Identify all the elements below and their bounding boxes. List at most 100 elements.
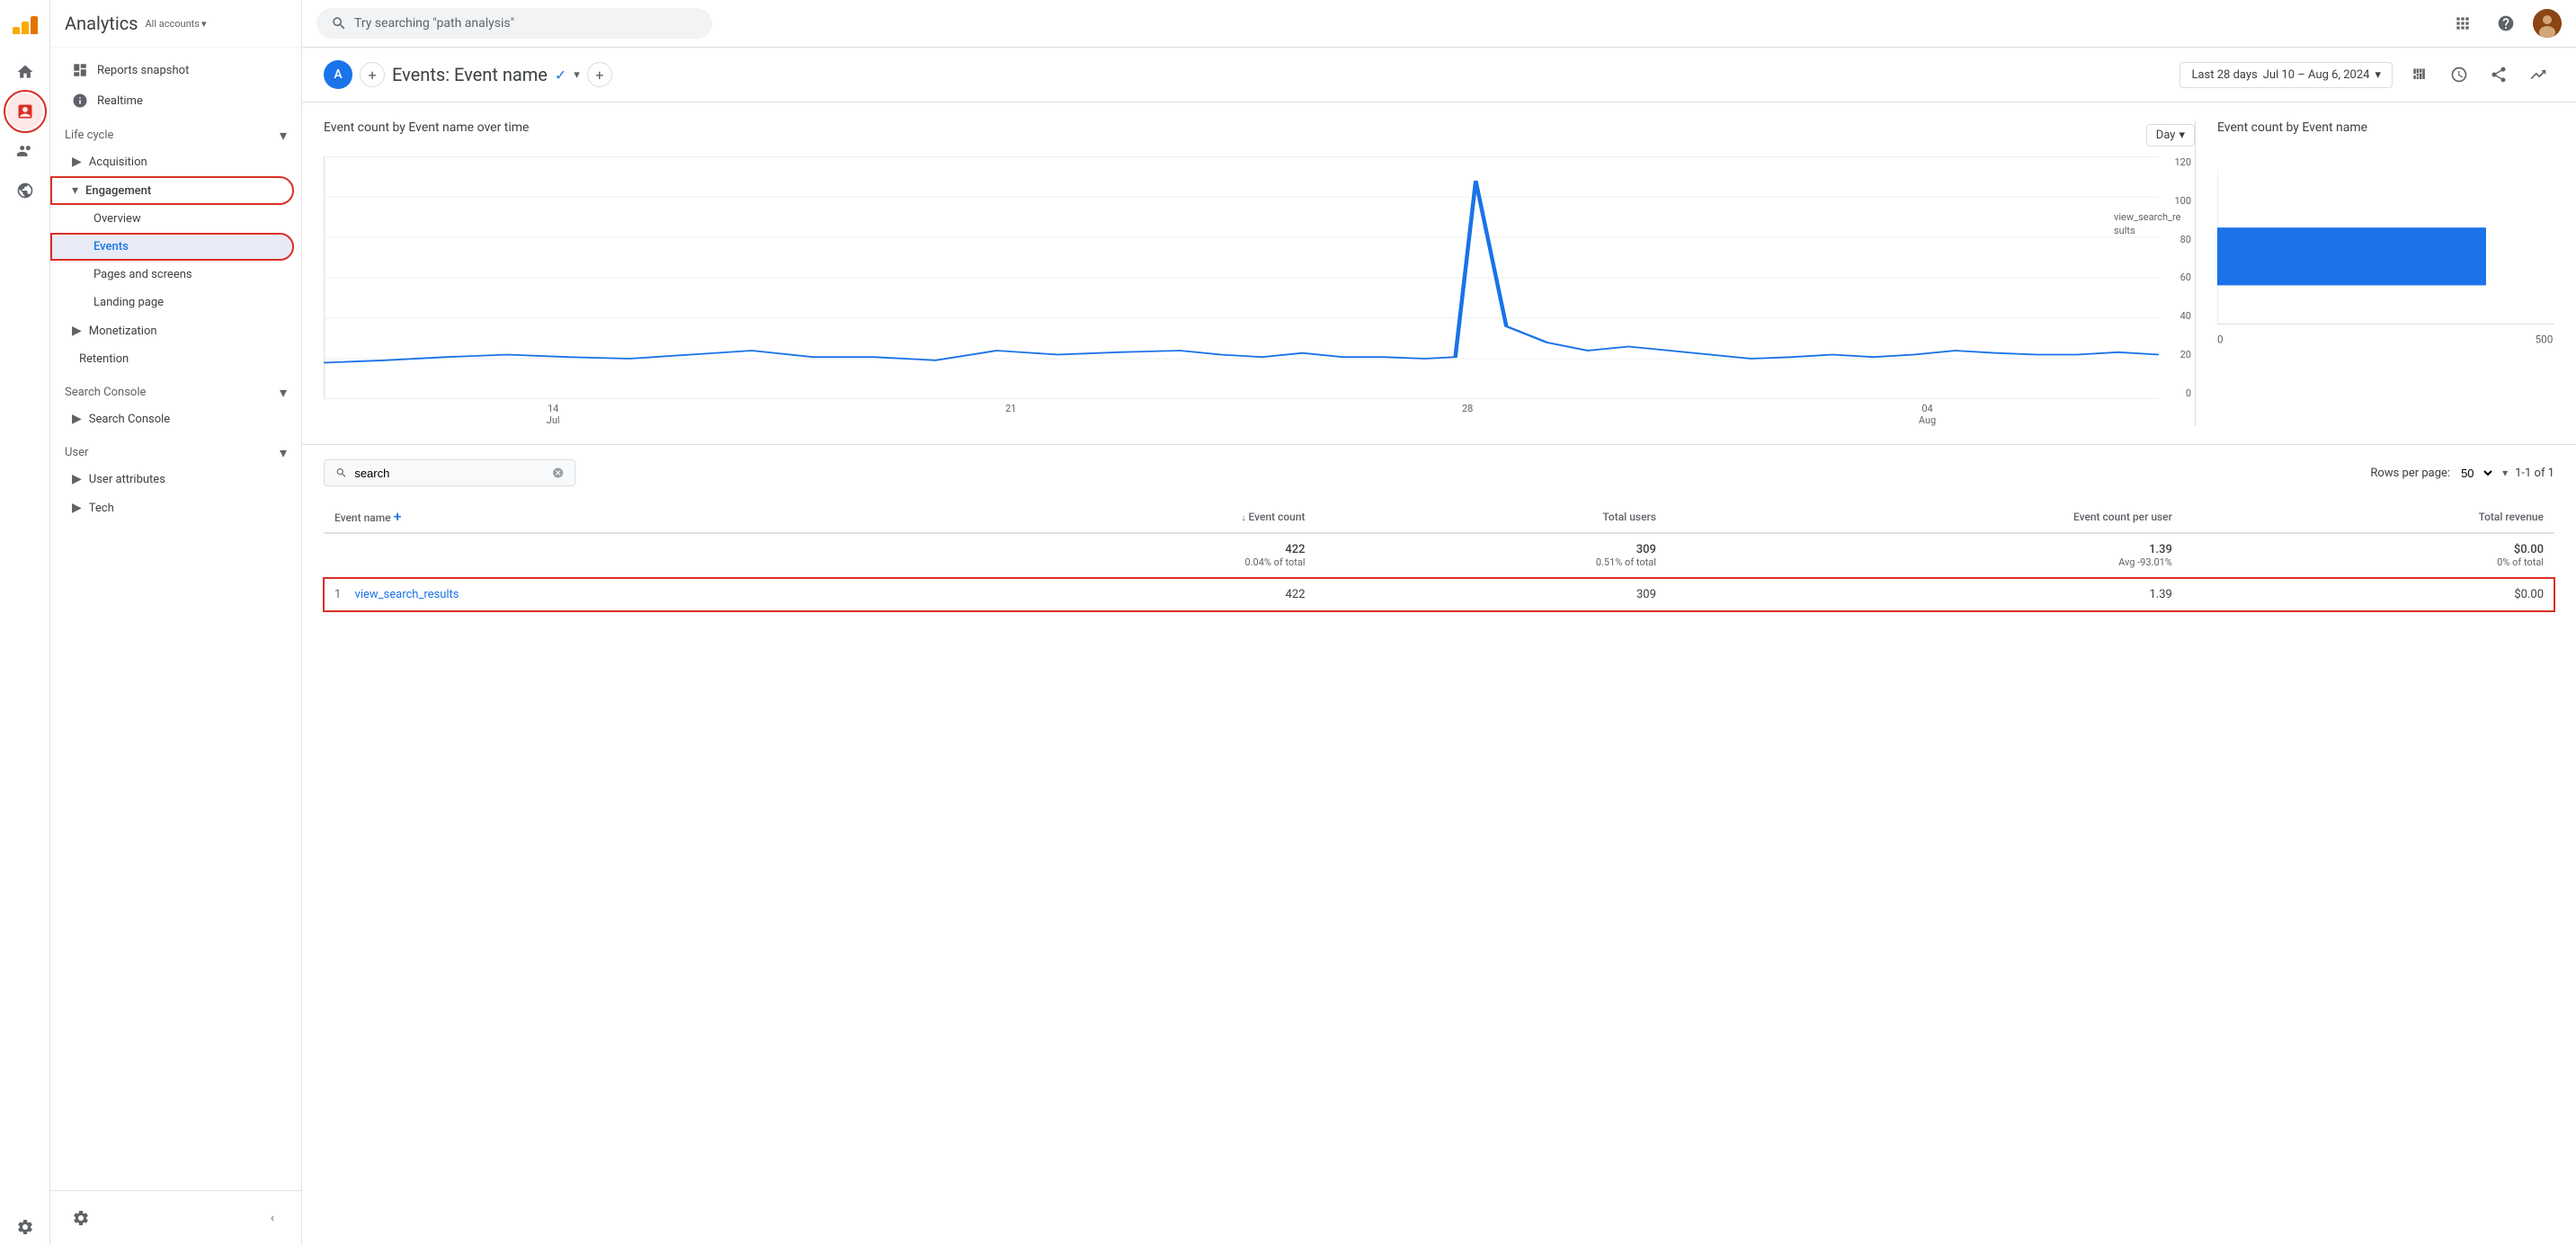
help-icon-button[interactable] xyxy=(2490,7,2522,40)
page-avatar: A xyxy=(324,60,352,89)
page-title: Events: Event name xyxy=(392,64,548,85)
search-console-chevron-icon: ▾ xyxy=(280,384,287,401)
settings-cog-icon xyxy=(72,1209,90,1227)
summary-event-name-cell xyxy=(324,533,949,578)
audience-icon[interactable] xyxy=(7,133,43,169)
y-label-60: 60 xyxy=(2180,271,2191,283)
row-rank-cell: 1 view_search_results xyxy=(324,578,949,611)
insights-icon-button[interactable] xyxy=(2443,58,2475,91)
sidebar-item-events[interactable]: Events xyxy=(50,233,294,261)
row-total-users-cell: 309 xyxy=(1316,578,1667,611)
search-box[interactable]: Try searching "path analysis" xyxy=(316,8,712,39)
share-icon-button[interactable] xyxy=(2482,58,2515,91)
icon-rail xyxy=(0,0,50,1245)
row-revenue-cell: $0.00 xyxy=(2183,578,2554,611)
line-chart-svg xyxy=(324,156,2159,399)
line-chart-container: 120 100 80 60 40 20 0 14 Jul xyxy=(324,156,2195,426)
explore-icon[interactable] xyxy=(7,173,43,209)
table-row: 1 view_search_results 422 309 1.39 $0.00 xyxy=(324,578,2554,611)
y-label-100: 100 xyxy=(2174,195,2191,207)
sidebar-item-engagement[interactable]: ▾ Engagement xyxy=(50,176,294,205)
x-label-21: 21 xyxy=(1005,403,1016,426)
collapse-button[interactable]: ‹ xyxy=(258,1204,287,1232)
sidebar-item-tech[interactable]: ▶ Tech xyxy=(50,494,294,522)
col-total-revenue[interactable]: Total revenue xyxy=(2183,501,2554,533)
search-text-input[interactable] xyxy=(354,467,544,480)
search-console-expand-icon: ▶ xyxy=(72,412,82,426)
app-name: Analytics xyxy=(65,13,138,34)
logo-bar2 xyxy=(22,22,29,34)
engagement-chevron-icon: ▾ xyxy=(72,183,78,198)
user-section-header: User ▾ xyxy=(50,433,301,465)
page-header: A + Events: Event name ✓ ▾ + Last 28 day… xyxy=(302,48,2576,102)
bar-label: view_search_results xyxy=(2114,210,2180,238)
table-toolbar: Rows per page: 50 100 200 ▾ 1-1 of 1 xyxy=(324,459,2554,486)
col-total-users[interactable]: Total users xyxy=(1316,501,1667,533)
bar-view-search-results xyxy=(2217,227,2486,285)
line-chart-section: Event count by Event name over time Day … xyxy=(324,120,2195,426)
page-title-area: A + Events: Event name ✓ ▾ + xyxy=(324,60,612,89)
title-dropdown-button[interactable]: ▾ xyxy=(574,68,580,82)
sidebar-footer: ‹ xyxy=(50,1190,301,1245)
page-content: A + Events: Event name ✓ ▾ + Last 28 day… xyxy=(302,48,2576,1245)
sidebar-item-search-console[interactable]: ▶ Search Console xyxy=(50,405,294,433)
user-avatar[interactable] xyxy=(2533,9,2562,38)
sidebar-item-reports-snapshot[interactable]: Reports snapshot xyxy=(50,55,294,85)
topbar-right xyxy=(2447,7,2562,40)
snapshot-icon xyxy=(72,62,88,78)
summary-total-users-cell: 309 0.51% of total xyxy=(1316,533,1667,578)
sidebar-item-overview[interactable]: Overview xyxy=(50,205,294,233)
sidebar-item-pages-and-screens[interactable]: Pages and screens xyxy=(50,261,294,289)
trending-icon-button[interactable] xyxy=(2522,58,2554,91)
acquisition-chevron-icon: ▶ xyxy=(72,155,82,169)
y-label-20: 20 xyxy=(2180,349,2191,360)
svg-text:0: 0 xyxy=(2217,333,2224,346)
date-chevron-icon: ▾ xyxy=(2375,68,2381,82)
bar-chart-section: Event count by Event name 0 500 xyxy=(2195,120,2554,426)
chevron-rows-icon: ▾ xyxy=(2502,467,2508,479)
row-per-user-cell: 1.39 xyxy=(1667,578,2183,611)
sidebar-item-retention[interactable]: Retention xyxy=(50,345,294,373)
table-search-icon xyxy=(335,466,347,480)
col-event-count-per-user[interactable]: Event count per user xyxy=(1667,501,2183,533)
home-icon[interactable] xyxy=(7,54,43,90)
monetization-chevron-icon: ▶ xyxy=(72,324,82,338)
bar-chart-title: Event count by Event name xyxy=(2217,120,2367,135)
title-dropdown-chevron-icon: ▾ xyxy=(574,68,580,82)
rows-per-page-select[interactable]: 50 100 200 xyxy=(2457,466,2495,481)
sidebar-item-acquisition[interactable]: ▶ Acquisition xyxy=(50,147,294,176)
event-name-link[interactable]: view_search_results xyxy=(355,588,459,601)
sidebar-header: Analytics All accounts ▾ xyxy=(50,0,301,48)
apps-icon-button[interactable] xyxy=(2447,7,2479,40)
sidebar-item-monetization[interactable]: ▶ Monetization xyxy=(50,316,294,345)
settings-icon[interactable] xyxy=(7,1209,43,1245)
header-right: Last 28 days Jul 10 – Aug 6, 2024 ▾ xyxy=(2179,58,2554,91)
search-console-section-header: Search Console ▾ xyxy=(50,373,301,405)
summary-event-count-cell: 422 0.04% of total xyxy=(949,533,1315,578)
add-report-button[interactable]: + xyxy=(360,62,385,87)
add-comparison-button[interactable]: + xyxy=(587,62,612,87)
header-icons xyxy=(2403,58,2554,91)
sidebar: Analytics All accounts ▾ Reports snapsho… xyxy=(50,0,302,1245)
x-axis: 14 Jul 21 28 04 Aug xyxy=(324,399,2159,426)
sidebar-item-realtime[interactable]: Realtime xyxy=(50,85,294,116)
line-chart-title: Event count by Event name over time xyxy=(324,120,529,135)
sidebar-item-user-attributes[interactable]: ▶ User attributes xyxy=(50,465,294,494)
sidebar-nav: Reports snapshot Realtime Life cycle ▾ ▶… xyxy=(50,48,301,529)
col-event-name[interactable]: Event name + xyxy=(324,501,949,533)
day-selector[interactable]: Day ▾ xyxy=(2146,124,2195,147)
reports-icon[interactable] xyxy=(7,93,43,129)
col-event-count[interactable]: ↓ Event count xyxy=(949,501,1315,533)
avatar-image xyxy=(2533,9,2562,38)
topbar: Try searching "path analysis" xyxy=(302,0,2576,48)
sidebar-item-landing-page[interactable]: Landing page xyxy=(50,289,294,316)
date-range-selector[interactable]: Last 28 days Jul 10 – Aug 6, 2024 ▾ xyxy=(2179,62,2393,88)
clear-search-icon[interactable] xyxy=(552,466,564,480)
settings-button[interactable] xyxy=(65,1202,97,1234)
comparison-icon-button[interactable] xyxy=(2403,58,2436,91)
table-search-input[interactable] xyxy=(324,459,575,486)
verified-icon: ✓ xyxy=(555,67,566,84)
all-accounts[interactable]: All accounts ▾ xyxy=(146,18,207,30)
add-column-button[interactable]: + xyxy=(394,508,402,525)
row-event-count-cell: 422 xyxy=(949,578,1315,611)
